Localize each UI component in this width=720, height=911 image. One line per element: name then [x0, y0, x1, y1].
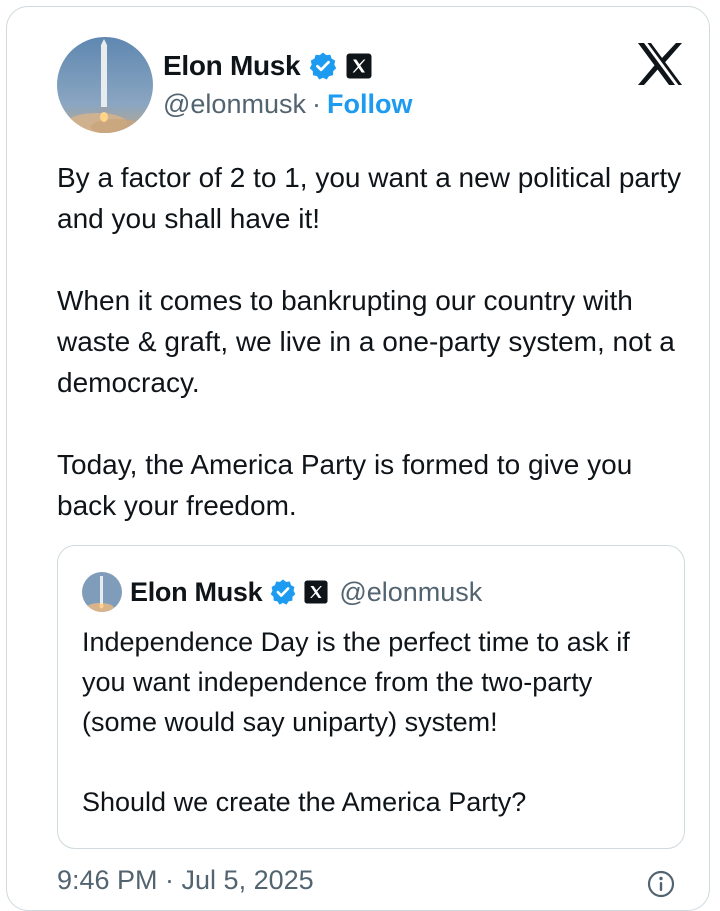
- tweet-card: Elon Musk @elonmusk · Follow By a factor…: [6, 6, 710, 911]
- follow-button[interactable]: Follow: [327, 89, 412, 120]
- x-affiliate-icon: [304, 580, 328, 604]
- quote-author-handle: @elonmusk: [339, 576, 483, 607]
- quote-author-row: Elon Musk @elonmusk: [130, 574, 482, 610]
- author-handle[interactable]: @elonmusk: [163, 89, 306, 120]
- avatar[interactable]: [57, 37, 153, 133]
- author-name[interactable]: Elon Musk: [163, 50, 301, 82]
- quote-paragraph: Should we create the America Party?: [82, 787, 527, 817]
- verified-badge-icon: [269, 578, 297, 606]
- tweet-paragraph: By a factor of 2 to 1, you want a new po…: [57, 162, 682, 234]
- tweet-paragraph: Today, the America Party is formed to gi…: [57, 449, 633, 521]
- author-name-row: Elon Musk: [163, 47, 372, 85]
- x-affiliate-icon: [346, 53, 372, 79]
- info-icon[interactable]: [647, 870, 675, 898]
- tweet-paragraph: When it comes to bankrupting our country…: [57, 285, 675, 398]
- tweet-text: By a factor of 2 to 1, you want a new po…: [57, 157, 697, 526]
- separator: ·: [311, 89, 321, 119]
- rocket-launch-avatar-icon: [57, 37, 153, 133]
- quote-avatar[interactable]: [82, 572, 122, 612]
- rocket-launch-avatar-icon: [82, 572, 122, 612]
- quoted-tweet[interactable]: Elon Musk @elonmusk Independence Day is …: [57, 545, 685, 849]
- x-logo-icon[interactable]: [635, 41, 685, 87]
- timestamp[interactable]: 9:46 PM · Jul 5, 2025: [57, 865, 314, 896]
- quote-author-name: Elon Musk: [130, 576, 263, 607]
- quote-text: Independence Day is the perfect time to …: [82, 622, 672, 822]
- author-handle-row: @elonmusk · Follow: [163, 89, 412, 120]
- quote-paragraph: Independence Day is the perfect time to …: [82, 627, 630, 737]
- verified-badge-icon: [308, 51, 338, 81]
